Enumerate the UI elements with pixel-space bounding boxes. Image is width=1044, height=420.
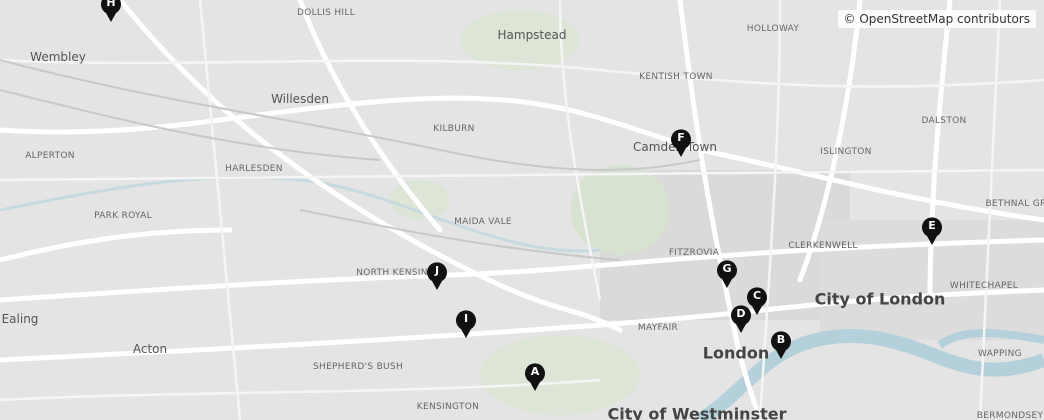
map-marker-g[interactable]: G [716, 259, 738, 289]
place-label-dalston: DALSTON [921, 116, 967, 126]
place-label-kentish-town: KENTISH TOWN [639, 72, 713, 82]
place-label-mayfair: MAYFAIR [637, 323, 679, 333]
marker-label: D [736, 307, 746, 320]
marker-label: H [106, 0, 116, 9]
place-label-shepherds-bush: SHEPHERD'S BUSH [312, 362, 404, 372]
place-label-whitechapel: WHITECHAPEL [949, 281, 1019, 291]
place-label-city-of-london: City of London [814, 289, 946, 309]
map-marker-i[interactable]: I [455, 309, 477, 339]
marker-label: J [434, 264, 440, 277]
place-label-kilburn: KILBURN [433, 124, 475, 134]
place-label-wembley: Wembley [30, 50, 86, 64]
place-label-fitzrovia: FITZROVIA [668, 248, 720, 258]
place-label-acton: Acton [132, 342, 168, 356]
place-label-clerkenwell: CLERKENWELL [788, 241, 858, 251]
place-label-kensington: KENSINGTON [416, 402, 480, 412]
map-basemap [0, 0, 1044, 420]
place-label-islington: ISLINGTON [820, 147, 872, 157]
place-label-holloway: HOLLOWAY [746, 24, 800, 34]
place-label-bethnal-green: BETHNAL GR [985, 199, 1044, 209]
place-label-harlesden: HARLESDEN [225, 164, 283, 174]
marker-label: E [928, 219, 936, 232]
map-marker-f[interactable]: F [670, 128, 692, 158]
place-label-dollis-hill: DOLLIS HILL [296, 8, 356, 18]
place-label-city-of-westminster: City of Westminster [607, 404, 787, 420]
marker-label: F [677, 131, 685, 144]
map-marker-e[interactable]: E [921, 216, 943, 246]
place-label-willesden: Willesden [271, 92, 329, 106]
marker-label: C [752, 289, 762, 302]
map-canvas[interactable]: DOLLIS HILL Hampstead HOLLOWAY Wembley K… [0, 0, 1044, 420]
place-label-north-kensington: NORTH KENSIN [356, 268, 428, 278]
place-label-bermondsey: BERMONDSEY [976, 411, 1044, 420]
hyde-park [480, 335, 640, 415]
marker-label: B [776, 333, 786, 346]
map-marker-b[interactable]: B [770, 330, 792, 360]
place-label-park-royal: PARK ROYAL [94, 211, 152, 221]
map-marker-j[interactable]: J [426, 261, 448, 291]
place-label-london: London [702, 343, 770, 363]
place-label-maida-vale: MAIDA VALE [454, 217, 512, 227]
map-marker-d[interactable]: D [730, 304, 752, 334]
map-marker-a[interactable]: A [524, 362, 546, 392]
regents-park [570, 165, 670, 255]
marker-label: I [463, 312, 469, 325]
place-label-ealing: Ealing [1, 312, 39, 326]
map-marker-h[interactable]: H [100, 0, 122, 23]
map-attribution[interactable]: © OpenStreetMap contributors [837, 10, 1036, 28]
marker-label: A [530, 365, 540, 378]
marker-label: G [722, 262, 732, 275]
place-label-wapping: WAPPING [978, 349, 1022, 359]
place-label-hampstead: Hampstead [497, 28, 567, 42]
place-label-alperton: ALPERTON [25, 151, 75, 161]
